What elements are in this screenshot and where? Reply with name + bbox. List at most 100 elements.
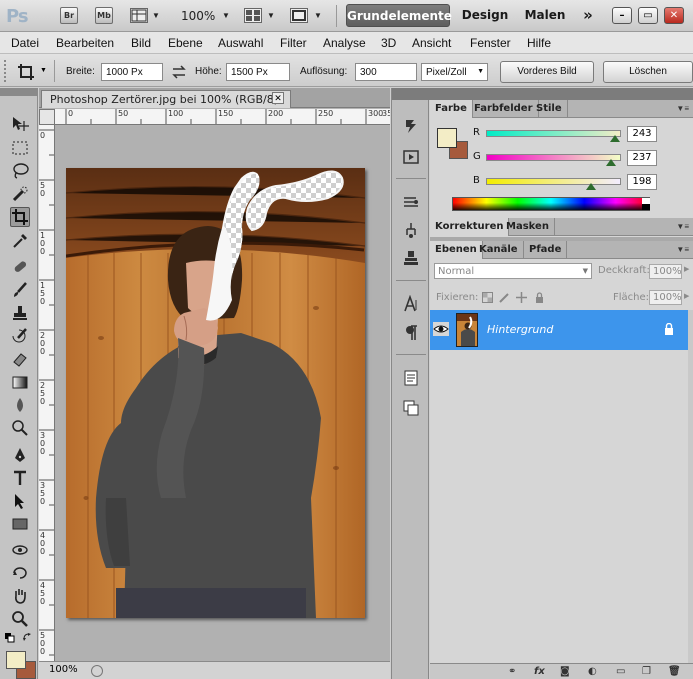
layers-scrollbar[interactable]: [688, 310, 693, 663]
menu-ansicht[interactable]: Ansicht: [412, 36, 451, 50]
foreground-color-swatch[interactable]: [6, 651, 26, 669]
brush-tool-icon[interactable]: [10, 280, 30, 300]
default-colors-icon[interactable]: [5, 633, 15, 643]
status-info-icon[interactable]: [91, 665, 103, 677]
tab-farbe[interactable]: Farbe: [430, 100, 473, 118]
channel-r-slider[interactable]: [486, 130, 621, 137]
channel-b-thumb[interactable]: [585, 183, 596, 190]
layer-thumbnail[interactable]: [456, 313, 478, 347]
lock-position-icon[interactable]: [516, 292, 527, 303]
tab-stile[interactable]: Stile: [531, 100, 568, 118]
channel-g-thumb[interactable]: [606, 159, 617, 166]
history-panel-icon[interactable]: [401, 116, 421, 136]
layer-name[interactable]: Hintergrund: [487, 323, 553, 336]
mask-icon[interactable]: ◙: [560, 666, 570, 677]
clone-stamp-tool-icon[interactable]: [10, 303, 30, 323]
notes-panel-icon[interactable]: [401, 368, 421, 388]
channel-r-value[interactable]: 243: [627, 126, 657, 142]
channel-b-value[interactable]: 198: [627, 174, 657, 190]
hand-tool-icon[interactable]: [10, 586, 30, 606]
color-panel-foreground-swatch[interactable]: [437, 128, 457, 148]
menu-datei[interactable]: Datei: [11, 36, 39, 50]
vertical-ruler[interactable]: 0 50 100 150 200 250 300 350 400 450 500: [39, 125, 55, 661]
dock-grip[interactable]: [430, 88, 693, 100]
height-input[interactable]: 1500 Px: [226, 63, 290, 81]
adjustment-icon[interactable]: ◐: [588, 666, 597, 677]
black-white-swatch[interactable]: [642, 198, 650, 210]
front-image-button[interactable]: Vorderes Bild: [500, 61, 594, 83]
more-workspaces-button[interactable]: »: [578, 4, 598, 27]
width-input[interactable]: 1000 Px: [101, 63, 163, 81]
tab-pfade[interactable]: Pfade: [524, 241, 568, 259]
minimize-button[interactable]: –: [612, 7, 632, 24]
gradient-tool-icon[interactable]: [10, 372, 30, 392]
menu-analyse[interactable]: Analyse: [323, 36, 366, 50]
pen-tool-icon[interactable]: [10, 445, 30, 465]
swap-icon[interactable]: [172, 65, 186, 79]
lasso-tool-icon[interactable]: [10, 161, 30, 181]
rectangle-tool-icon[interactable]: [10, 514, 30, 534]
horizontal-ruler[interactable]: 0 50 100 150 200 250 300 35: [55, 109, 390, 125]
chevron-down-icon[interactable]: ▼: [152, 11, 160, 20]
chevron-down-icon[interactable]: ▼: [267, 11, 275, 20]
opacity-input[interactable]: 100%: [649, 264, 682, 279]
zoom-tool-icon[interactable]: [10, 609, 30, 629]
marquee-tool-icon[interactable]: [10, 138, 30, 158]
clear-button[interactable]: Löschen: [603, 61, 693, 83]
layers-list-empty-area[interactable]: [430, 350, 688, 664]
chevron-down-icon[interactable]: ▼: [222, 11, 230, 20]
tab-korrekturen[interactable]: Korrekturen: [430, 218, 510, 236]
color-spectrum-bar[interactable]: [452, 197, 650, 211]
panel-menu-icon[interactable]: ▼≡: [676, 245, 689, 254]
healing-brush-tool-icon[interactable]: [10, 257, 30, 277]
menu-auswahl[interactable]: Auswahl: [218, 36, 263, 50]
menu-bild[interactable]: Bild: [131, 36, 151, 50]
view-extras-icon[interactable]: [130, 8, 148, 23]
menu-bearbeiten[interactable]: Bearbeiten: [56, 36, 114, 50]
tab-kanaele[interactable]: Kanäle: [474, 241, 524, 259]
lock-all-icon[interactable]: [534, 292, 545, 303]
3d-orbit-tool-icon[interactable]: [10, 563, 30, 583]
channel-r-thumb[interactable]: [609, 135, 620, 142]
zoom-level[interactable]: 100%: [181, 9, 215, 23]
trash-icon[interactable]: 🗑: [668, 666, 681, 677]
layer-row[interactable]: Hintergrund: [430, 310, 688, 350]
swap-colors-icon[interactable]: [23, 633, 33, 643]
new-layer-icon[interactable]: ❐: [642, 666, 651, 677]
chevron-down-icon[interactable]: ▼: [314, 11, 322, 20]
maximize-button[interactable]: ▭: [638, 7, 658, 24]
tab-farbfelder[interactable]: Farbfelder: [469, 100, 539, 118]
history-brush-tool-icon[interactable]: [10, 326, 30, 346]
menu-ebene[interactable]: Ebene: [168, 36, 203, 50]
arrange-documents-icon[interactable]: [244, 8, 262, 23]
move-tool-icon[interactable]: [10, 114, 30, 134]
clone-source-icon[interactable]: [401, 220, 421, 240]
paragraph-panel-icon[interactable]: [401, 323, 421, 343]
menu-3d[interactable]: 3D: [381, 36, 396, 50]
3d-rotate-tool-icon[interactable]: [10, 540, 30, 560]
tools-panel-grip[interactable]: [0, 88, 38, 96]
link-icon[interactable]: ⚭: [508, 666, 516, 677]
workspace-design[interactable]: Design: [457, 4, 513, 27]
blur-tool-icon[interactable]: [10, 395, 30, 415]
channel-g-slider[interactable]: [486, 154, 621, 161]
crop-tool-preset-icon[interactable]: [16, 62, 36, 82]
canvas-area[interactable]: [55, 126, 390, 661]
resolution-unit-select[interactable]: Pixel/Zoll ▼: [421, 63, 488, 81]
chevron-down-icon[interactable]: ▼: [40, 67, 47, 74]
type-tool-icon[interactable]: [10, 468, 30, 488]
workspace-grundelemente[interactable]: Grundelemente: [346, 4, 452, 27]
status-zoom[interactable]: 100%: [49, 664, 78, 675]
workspace-malen[interactable]: Malen: [518, 4, 572, 27]
brush-presets-icon[interactable]: [401, 192, 421, 212]
menu-hilfe[interactable]: Hilfe: [527, 36, 551, 50]
path-selection-tool-icon[interactable]: [10, 491, 30, 511]
dock-grip[interactable]: [392, 88, 430, 100]
quick-selection-tool-icon[interactable]: [10, 184, 30, 204]
character-panel-icon[interactable]: [401, 294, 421, 314]
folder-icon[interactable]: ▭: [616, 666, 625, 677]
blend-mode-select[interactable]: Normal ▼: [434, 263, 592, 279]
lock-transparency-icon[interactable]: [482, 292, 493, 303]
visibility-eye-icon[interactable]: [433, 322, 449, 336]
channel-g-value[interactable]: 237: [627, 150, 657, 166]
